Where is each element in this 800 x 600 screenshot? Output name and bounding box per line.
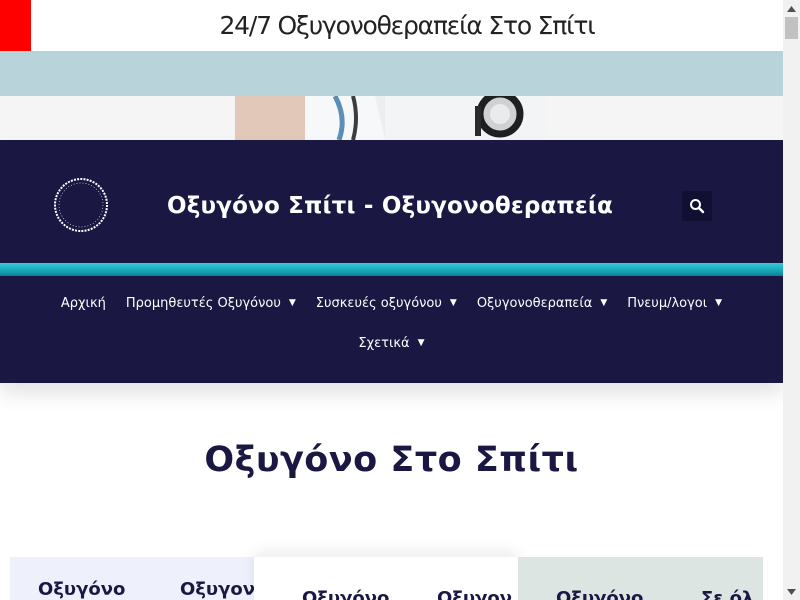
card-heading: Οξυγόνο — [556, 588, 644, 600]
nav-item-oxygen-devices[interactable]: Συσκευές οξυγόνου ▼ — [306, 296, 467, 311]
arrow-up-icon — [787, 5, 796, 12]
nav-item-label: Αρχική — [60, 295, 106, 311]
top-banner: 24/7 Οξυγονοθεραπεία Στο Σπίτι — [0, 0, 783, 51]
nav-item-label: Σχετικά — [358, 335, 410, 351]
nav-item-oxygen-suppliers[interactable]: Προμηθευτές Οξυγόνου ▼ — [116, 296, 306, 311]
doctor-stethoscope-image — [235, 96, 548, 140]
nav-item-label: Οξυγονοθεραπεία — [476, 295, 593, 311]
card-heading: Οξυγόνο — [302, 588, 390, 600]
teal-accent-bar — [0, 263, 783, 276]
caret-down-icon: ▼ — [449, 297, 457, 308]
light-blue-strip — [0, 51, 783, 96]
card-heading: Σε όλ — [701, 588, 754, 600]
page-title: Οξυγόνο Στο Σπίτι — [204, 440, 579, 480]
nav-row-1: Αρχική Προμηθευτές Οξυγόνου ▼ Συσκευές ο… — [0, 283, 783, 323]
site-title[interactable]: Οξυγόνο Σπίτι - Οξυγονοθεραπεία — [140, 188, 640, 224]
caret-down-icon: ▼ — [715, 297, 723, 308]
nav-item-label: Συσκευές οξυγόνου — [315, 295, 442, 311]
feature-card[interactable]: Οξυγόνο Σε όλ — [518, 557, 763, 600]
caret-down-icon: ▼ — [288, 297, 296, 308]
nav-item-label: Πνευμ/λογοι — [627, 295, 708, 311]
caret-down-icon: ▼ — [417, 337, 425, 348]
browser-viewport: 24/7 Οξυγονοθεραπεία Στο Σπίτι Οξυγόνο Σ… — [0, 0, 800, 600]
feature-card[interactable]: Οξυγόνο Οξυγον — [254, 557, 518, 600]
red-accent-block — [0, 0, 31, 51]
nav-item-pulmonologists[interactable]: Πνευμ/λογοι ▼ — [617, 296, 732, 311]
search-button[interactable] — [682, 191, 712, 221]
scroll-down-button[interactable] — [783, 583, 800, 600]
scroll-up-button[interactable] — [783, 0, 800, 17]
card-heading: Οξυγον — [437, 588, 512, 600]
feature-card[interactable]: Οξυγόνο Οξυγον — [10, 557, 254, 600]
caret-down-icon: ▼ — [600, 297, 608, 308]
nav-item-related[interactable]: Σχετικά ▼ — [348, 336, 434, 351]
nav-item-label: Προμηθευτές Οξυγόνου — [125, 295, 281, 311]
nav-item-home[interactable]: Αρχική — [51, 296, 116, 311]
circular-text-logo-icon[interactable] — [51, 175, 111, 235]
nav-row-2: Σχετικά ▼ — [0, 323, 783, 363]
scrollbar-thumb[interactable] — [785, 17, 798, 39]
nav-item-oxygen-therapy[interactable]: Οξυγονοθεραπεία ▼ — [467, 296, 617, 311]
arrow-down-icon — [787, 588, 796, 595]
vertical-scrollbar[interactable] — [783, 0, 800, 600]
search-icon — [690, 199, 705, 214]
card-heading: Οξυγόνο — [38, 579, 126, 600]
card-heading: Οξυγον — [180, 579, 254, 600]
banner-text: 24/7 Οξυγονοθεραπεία Στο Σπίτι — [219, 11, 595, 40]
main-navigation: Αρχική Προμηθευτές Οξυγόνου ▼ Συσκευές ο… — [0, 283, 783, 363]
